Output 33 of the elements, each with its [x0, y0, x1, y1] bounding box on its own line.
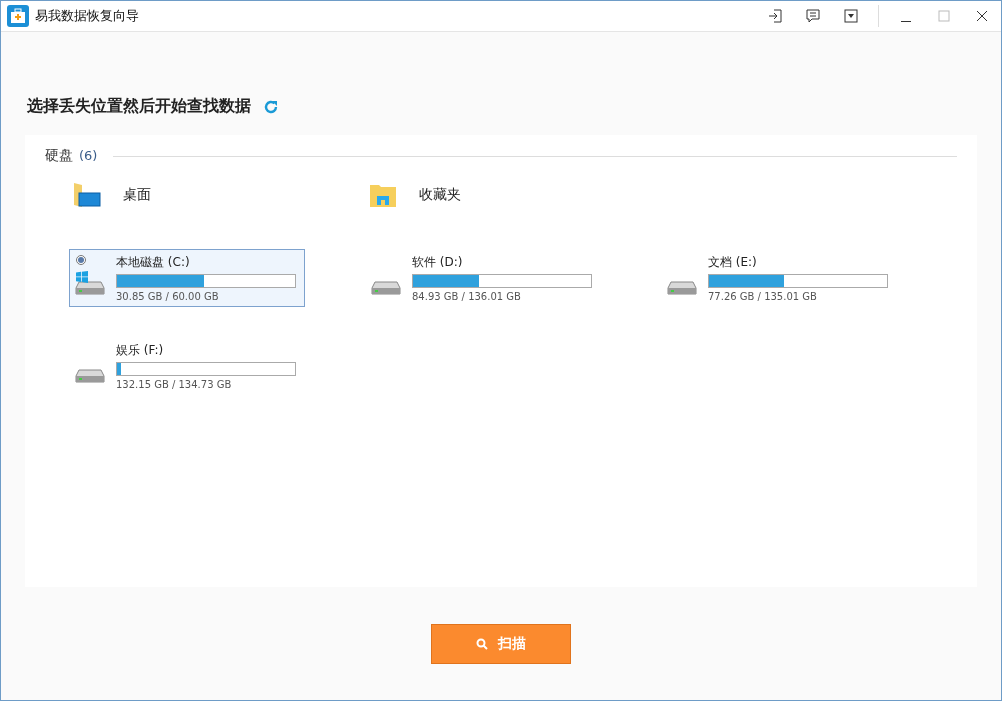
- location-item[interactable]: 桌面: [45, 171, 341, 219]
- maximize-icon: [938, 10, 950, 22]
- drive-usage: 132.15 GB / 134.73 GB: [116, 379, 233, 390]
- drive-name: 本地磁盘 (C:): [116, 254, 191, 271]
- hard-drive-icon: [75, 369, 105, 383]
- drive-usage: 30.85 GB / 60.00 GB: [116, 291, 220, 302]
- location-item[interactable]: 收藏夹: [341, 171, 637, 219]
- hard-drive-icon: [75, 281, 105, 295]
- desktop-folder-icon: [73, 181, 101, 209]
- drive-item[interactable]: 软件 (D:) 84.93 GB / 136.01 GB: [365, 249, 601, 307]
- window-title: 易我数据恢复向导: [35, 7, 140, 25]
- drive-usage: 77.26 GB / 135.01 GB: [708, 291, 818, 302]
- sign-in-icon: [768, 9, 782, 23]
- dropdown-icon: [844, 9, 858, 23]
- hard-drive-icon: [371, 281, 401, 295]
- search-icon: [476, 637, 488, 650]
- hard-drive-icon: [667, 281, 697, 295]
- drive-name: 娱乐 (F:): [116, 342, 165, 359]
- drive-item[interactable]: 文档 (E:) 77.26 GB / 135.01 GB: [661, 249, 897, 307]
- page-heading: 选择丢失位置然后开始查找数据: [27, 96, 251, 117]
- favorites-folder-icon: [369, 182, 397, 208]
- refresh-icon[interactable]: [263, 98, 279, 115]
- app-logo-icon: [7, 5, 29, 27]
- minimize-icon: [901, 20, 911, 22]
- drive-name: 软件 (D:): [412, 254, 464, 271]
- chat-icon: [806, 9, 820, 23]
- drive-name: 文档 (E:): [708, 254, 758, 271]
- radio-selected-icon: [76, 255, 86, 265]
- drive-item[interactable]: 娱乐 (F:) 132.15 GB / 134.73 GB: [69, 337, 305, 395]
- close-icon: [976, 10, 988, 22]
- section-label: 硬盘 (6): [45, 147, 98, 165]
- drive-item[interactable]: 本地磁盘 (C:) 30.85 GB / 60.00 GB: [69, 249, 305, 307]
- drive-usage: 84.93 GB / 136.01 GB: [412, 291, 522, 302]
